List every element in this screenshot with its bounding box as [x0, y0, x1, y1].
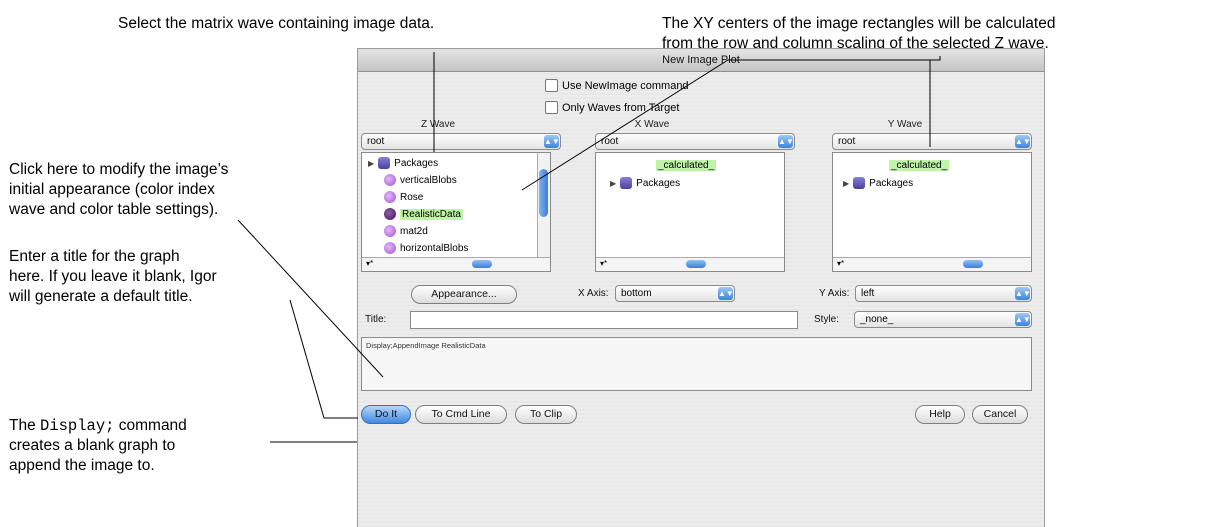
callout-title [289, 299, 358, 419]
callout-appearance [237, 219, 384, 378]
callout-lines [237, 52, 941, 443]
callout-x-wave [521, 56, 941, 191]
